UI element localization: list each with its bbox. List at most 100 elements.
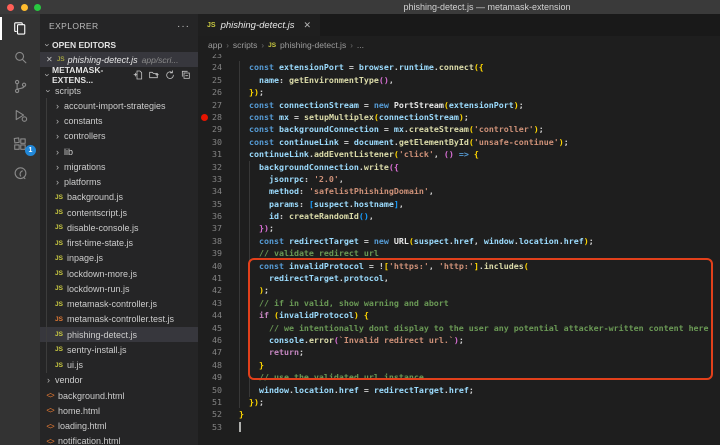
tree-item-loading-html[interactable]: <>loading.html bbox=[40, 419, 198, 434]
tree-item-label: notification.html bbox=[58, 436, 121, 445]
code-line-48[interactable]: 48 } bbox=[198, 359, 720, 371]
search-activity-button[interactable] bbox=[0, 43, 40, 72]
close-window-button[interactable] bbox=[7, 4, 14, 11]
code-line-31[interactable]: 31 continueLink.addEventListener('click'… bbox=[198, 148, 720, 160]
code-line-37[interactable]: 37 }); bbox=[198, 222, 720, 234]
minimize-window-button[interactable] bbox=[21, 4, 28, 11]
code-line-35[interactable]: 35 params: [suspect.hostname], bbox=[198, 198, 720, 210]
code-line-26[interactable]: 26 }); bbox=[198, 86, 720, 98]
breadcrumb-item-symbol[interactable]: ... bbox=[357, 40, 364, 50]
code-line-30[interactable]: 30 const continueLink = document.getElem… bbox=[198, 136, 720, 148]
tree-item-ui-js[interactable]: JSui.js bbox=[40, 358, 198, 373]
breadcrumb-item-scripts[interactable]: scripts bbox=[233, 40, 258, 50]
code-line-32[interactable]: 32 backgroundConnection.write({ bbox=[198, 161, 720, 173]
tree-item-background-html[interactable]: <>background.html bbox=[40, 388, 198, 403]
code-line-39[interactable]: 39 // validate redirect url bbox=[198, 247, 720, 259]
tree-item-vendor[interactable]: ›vendor bbox=[40, 373, 198, 388]
code-line-23[interactable]: 23 bbox=[198, 54, 720, 61]
code-line-50[interactable]: 50 window.location.href = redirectTarget… bbox=[198, 384, 720, 396]
code-line-36[interactable]: 36 id: createRandomId(), bbox=[198, 210, 720, 222]
new-folder-icon[interactable] bbox=[148, 69, 160, 81]
tab-phishing-detect[interactable]: JS phishing-detect.js ✕ bbox=[198, 14, 320, 36]
tree-item-label: disable-console.js bbox=[67, 223, 139, 233]
tree-item-phishing-detect-js[interactable]: JSphishing-detect.js bbox=[40, 327, 198, 342]
code-line-33[interactable]: 33 jsonrpc: '2.0', bbox=[198, 173, 720, 185]
code-line-51[interactable]: 51 }); bbox=[198, 396, 720, 408]
run-and-debug-activity-button[interactable] bbox=[0, 101, 40, 130]
tree-item-platforms[interactable]: ›platforms bbox=[40, 175, 198, 190]
tree-item-lockdown-more-js[interactable]: JSlockdown-more.js bbox=[40, 266, 198, 281]
tree-item-account-import-strategies[interactable]: ›account-import-strategies bbox=[40, 98, 198, 113]
line-number: 40 bbox=[198, 260, 222, 272]
js-file-icon: JS bbox=[53, 346, 65, 353]
code-line-38[interactable]: 38 const redirectTarget = new URL(suspec… bbox=[198, 235, 720, 247]
tree-item-contentscript-js[interactable]: JScontentscript.js bbox=[40, 205, 198, 220]
tree-item-constants[interactable]: ›constants bbox=[40, 114, 198, 129]
code-line-41[interactable]: 41 redirectTarget.protocol, bbox=[198, 272, 720, 284]
js-file-icon: JS bbox=[57, 56, 65, 63]
code-line-42[interactable]: 42 ); bbox=[198, 284, 720, 296]
tree-item-inpage-js[interactable]: JSinpage.js bbox=[40, 251, 198, 266]
explorer-more-actions-icon[interactable]: ··· bbox=[177, 21, 190, 32]
explorer-activity-button[interactable] bbox=[0, 14, 40, 43]
tree-item-background-js[interactable]: JSbackground.js bbox=[40, 190, 198, 205]
extensions-activity-button[interactable]: 1 bbox=[0, 130, 40, 159]
tree-item-metamask-controller-js[interactable]: JSmetamask-controller.js bbox=[40, 297, 198, 312]
section-actions bbox=[132, 69, 198, 81]
refresh-icon[interactable] bbox=[164, 69, 176, 81]
html-file-icon: <> bbox=[44, 422, 56, 431]
tree-item-label: inpage.js bbox=[67, 253, 103, 263]
chevron-down-icon: › bbox=[44, 86, 54, 95]
line-content: // if in valid, show warning and abort bbox=[222, 297, 449, 309]
code-line-28[interactable]: 28 const mx = setupMultiplex(connectionS… bbox=[198, 111, 720, 123]
tree-item-metamask-controller-test-js[interactable]: JSmetamask-controller.test.js bbox=[40, 312, 198, 327]
code-line-47[interactable]: 47 return; bbox=[198, 346, 720, 358]
code-line-49[interactable]: 49 // use the validated url instance bbox=[198, 371, 720, 383]
zoom-window-button[interactable] bbox=[34, 4, 41, 11]
tree-item-lockdown-run-js[interactable]: JSlockdown-run.js bbox=[40, 281, 198, 296]
tree-item-home-html[interactable]: <>home.html bbox=[40, 403, 198, 418]
tree-item-sentry-install-js[interactable]: JSsentry-install.js bbox=[40, 342, 198, 357]
line-content bbox=[222, 54, 239, 61]
code-area[interactable]: 2324 const extensionPort = browser.runti… bbox=[198, 54, 720, 445]
project-section-header[interactable]: › METAMASK-EXTENS... bbox=[40, 67, 198, 83]
vscode-window: { "window": { "title": "phishing-detect.… bbox=[0, 0, 720, 445]
code-line-40[interactable]: 40 const invalidProtocol = !['https:', '… bbox=[198, 260, 720, 272]
breadcrumb-item-app[interactable]: app bbox=[208, 40, 222, 50]
tree-item-label: scripts bbox=[55, 86, 81, 96]
tree-item-controllers[interactable]: ›controllers bbox=[40, 129, 198, 144]
code-line-44[interactable]: 44 if (invalidProtocol) { bbox=[198, 309, 720, 321]
source-control-activity-button[interactable] bbox=[0, 72, 40, 101]
code-line-34[interactable]: 34 method: 'safelistPhishingDomain', bbox=[198, 185, 720, 197]
code-line-45[interactable]: 45 // we intentionally dont display to t… bbox=[198, 322, 720, 334]
collapse-all-icon[interactable] bbox=[180, 69, 192, 81]
open-editors-header[interactable]: › OPEN EDITORS bbox=[40, 38, 198, 52]
code-line-25[interactable]: 25 name: getEnvironmentType(), bbox=[198, 74, 720, 86]
code-line-29[interactable]: 29 const backgroundConnection = mx.creat… bbox=[198, 123, 720, 135]
breadcrumb-item-file[interactable]: phishing-detect.js bbox=[280, 40, 346, 50]
tree-item-first-time-state-js[interactable]: JSfirst-time-state.js bbox=[40, 236, 198, 251]
tree-item-scripts[interactable]: ›scripts bbox=[40, 83, 198, 98]
code-line-43[interactable]: 43 // if in valid, show warning and abor… bbox=[198, 297, 720, 309]
tree-item-lib[interactable]: ›lib bbox=[40, 144, 198, 159]
line-number: 26 bbox=[198, 86, 222, 98]
file-tree: ›scripts›account-import-strategies›const… bbox=[40, 83, 198, 445]
extensions-badge: 1 bbox=[25, 145, 36, 156]
tree-item-notification-html[interactable]: <>notification.html bbox=[40, 434, 198, 445]
line-content: const connectionStream = new PortStream(… bbox=[222, 99, 524, 111]
code-line-46[interactable]: 46 console.error(`Invalid redirect url.`… bbox=[198, 334, 720, 346]
code-line-53[interactable]: 53 bbox=[198, 421, 720, 433]
breakpoint-icon[interactable] bbox=[201, 114, 208, 121]
code-line-24[interactable]: 24 const extensionPort = browser.runtime… bbox=[198, 61, 720, 73]
tree-item-disable-console-js[interactable]: JSdisable-console.js bbox=[40, 220, 198, 235]
code-line-27[interactable]: 27 const connectionStream = new PortStre… bbox=[198, 99, 720, 111]
js-file-icon: JS bbox=[53, 285, 65, 292]
code-line-52[interactable]: 52} bbox=[198, 408, 720, 420]
breadcrumb: app › scripts › JS phishing-detect.js › … bbox=[198, 36, 720, 54]
close-editor-icon[interactable]: ✕ bbox=[46, 55, 57, 64]
plugin-circle-activity-button[interactable] bbox=[0, 159, 40, 188]
tab-close-icon[interactable]: ✕ bbox=[304, 20, 312, 31]
new-file-icon[interactable] bbox=[132, 69, 144, 81]
tree-item-migrations[interactable]: ›migrations bbox=[40, 159, 198, 174]
source-control-icon bbox=[12, 78, 29, 95]
